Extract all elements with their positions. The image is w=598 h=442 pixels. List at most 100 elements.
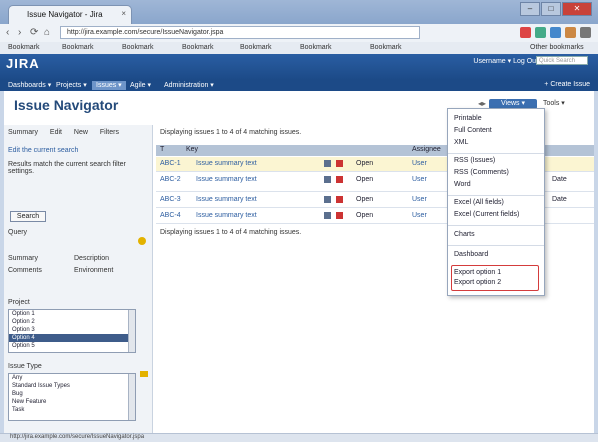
bookmark-link[interactable]: Bookmark [240, 44, 272, 51]
create-issue-button[interactable]: + Create Issue [544, 81, 590, 88]
issue-key[interactable]: ABC-2 [160, 176, 181, 183]
issue-summary[interactable]: Issue summary text [196, 196, 257, 203]
field-option-summary[interactable]: Summary [8, 255, 38, 262]
issue-status: Open [356, 212, 374, 219]
issue-assignee[interactable]: User [412, 160, 427, 167]
issue-summary[interactable]: Issue summary text [196, 176, 257, 183]
list-item[interactable]: Task [9, 406, 135, 414]
edit-search-link[interactable]: Edit the current search [8, 147, 78, 154]
list-item[interactable]: Option 3 [9, 326, 135, 334]
tab-close-icon[interactable]: × [121, 9, 126, 18]
tab-summary[interactable]: Summary [8, 129, 38, 136]
column-header-assignee[interactable]: Assignee [412, 146, 441, 153]
tab-edit[interactable]: Edit [50, 129, 62, 136]
minimize-button[interactable]: – [520, 2, 540, 16]
issue-summary[interactable]: Issue summary text [196, 212, 257, 219]
menu-projects[interactable]: Projects ▾ [52, 81, 91, 90]
quick-search-input[interactable]: Quick Search [536, 56, 588, 65]
tab-new[interactable]: New [74, 129, 88, 136]
menu-item[interactable]: RSS (Comments) [454, 169, 509, 176]
tab-filters[interactable]: Filters [100, 129, 119, 136]
bookmark-link[interactable]: Bookmark [370, 44, 402, 51]
extension-icon[interactable] [565, 27, 576, 38]
menu-item[interactable]: Charts [454, 231, 475, 238]
list-item[interactable]: Standard Issue Types [9, 382, 135, 390]
page-title: Issue Navigator [14, 97, 119, 113]
wrench-icon[interactable] [580, 27, 591, 38]
list-item[interactable]: New Feature [9, 398, 135, 406]
bookmark-link[interactable]: Bookmark [62, 44, 94, 51]
priority-icon [336, 160, 343, 167]
project-select[interactable]: Option 1 Option 2 Option 3 Option 4 Opti… [8, 309, 136, 353]
field-option-environment[interactable]: Environment [74, 267, 113, 274]
help-icon[interactable] [138, 237, 146, 245]
menu-agile[interactable]: Agile ▾ [126, 81, 155, 90]
issue-assignee[interactable]: User [412, 176, 427, 183]
bookmark-link[interactable]: Bookmark [122, 44, 154, 51]
bookmark-link[interactable]: Bookmark [182, 44, 214, 51]
menu-item[interactable]: RSS (Issues) [454, 157, 495, 164]
forward-icon[interactable]: › [18, 27, 21, 38]
extension-icon[interactable] [535, 27, 546, 38]
bookmark-folder[interactable]: Other bookmarks [530, 44, 584, 51]
menu-issues[interactable]: Issues ▾ [92, 81, 126, 90]
menu-item[interactable]: Excel (All fields) [454, 199, 504, 206]
extension-icon[interactable] [550, 27, 561, 38]
list-item[interactable]: Option 5 [9, 342, 135, 350]
window-controls: – □ ✕ [520, 2, 592, 16]
jira-logo[interactable]: JIRA [6, 56, 40, 71]
navigation-arrows-icon[interactable]: ◂▸ [478, 99, 486, 108]
issue-updated: Date [552, 176, 567, 183]
list-item[interactable]: Bug [9, 390, 135, 398]
extension-icon[interactable] [520, 27, 531, 38]
issue-status: Open [356, 196, 374, 203]
menu-item[interactable]: Export option 1 [454, 269, 501, 276]
list-item[interactable]: Option 1 [9, 310, 135, 318]
user-menu[interactable]: Username ▾ Log Out [473, 57, 538, 65]
scrollbar[interactable] [128, 310, 135, 352]
tab-title: Issue Navigator - Jira [27, 10, 103, 19]
issue-type-select[interactable]: Any Standard Issue Types Bug New Feature… [8, 373, 136, 421]
menu-item[interactable]: XML [454, 139, 468, 146]
menu-item[interactable]: Excel (Current fields) [454, 211, 519, 218]
menu-divider [448, 225, 544, 226]
menu-item[interactable]: Export option 2 [454, 279, 501, 286]
search-button[interactable]: Search [10, 211, 46, 222]
column-header-key[interactable]: Key [186, 146, 198, 153]
browser-tab[interactable]: Issue Navigator - Jira × [8, 5, 132, 24]
field-option-comments[interactable]: Comments [8, 267, 42, 274]
list-item[interactable]: Any [9, 374, 135, 382]
app-header: JIRA Username ▾ Log Out Quick Search [0, 54, 598, 80]
list-item-selected[interactable]: Option 4 [9, 334, 135, 342]
issue-summary[interactable]: Issue summary text [196, 160, 257, 167]
issue-assignee[interactable]: User [412, 212, 427, 219]
issue-key[interactable]: ABC-4 [160, 212, 181, 219]
address-bar[interactable]: http://jira.example.com/secure/IssueNavi… [60, 26, 420, 39]
folder-icon[interactable] [140, 371, 148, 377]
issue-key[interactable]: ABC-1 [160, 160, 181, 167]
column-header-type[interactable]: T [160, 146, 164, 153]
menu-item[interactable]: Word [454, 181, 471, 188]
menu-item[interactable]: Full Content [454, 127, 492, 134]
bookmark-link[interactable]: Bookmark [8, 44, 40, 51]
query-label: Query [8, 229, 28, 236]
scrollbar[interactable] [128, 374, 135, 420]
back-icon[interactable]: ‹ [6, 27, 9, 38]
browser-title-bar: Issue Navigator - Jira × – □ ✕ [0, 0, 598, 24]
bookmark-link[interactable]: Bookmark [300, 44, 332, 51]
issue-type-label: Issue Type [8, 363, 42, 370]
menu-administration[interactable]: Administration ▾ [160, 81, 218, 90]
menu-item[interactable]: Dashboard [454, 251, 488, 258]
issue-assignee[interactable]: User [412, 196, 427, 203]
reload-icon[interactable]: ⟳ [30, 27, 38, 38]
home-icon[interactable]: ⌂ [44, 27, 50, 38]
list-item[interactable]: Option 2 [9, 318, 135, 326]
close-window-button[interactable]: ✕ [562, 2, 592, 16]
priority-icon [336, 196, 343, 203]
menu-dashboards[interactable]: Dashboards ▾ [4, 81, 55, 90]
menu-item[interactable]: Printable [454, 115, 482, 122]
field-option-description[interactable]: Description [74, 255, 109, 262]
tools-button[interactable]: Tools ▾ [543, 99, 565, 107]
maximize-button[interactable]: □ [541, 2, 561, 16]
issue-key[interactable]: ABC-3 [160, 196, 181, 203]
